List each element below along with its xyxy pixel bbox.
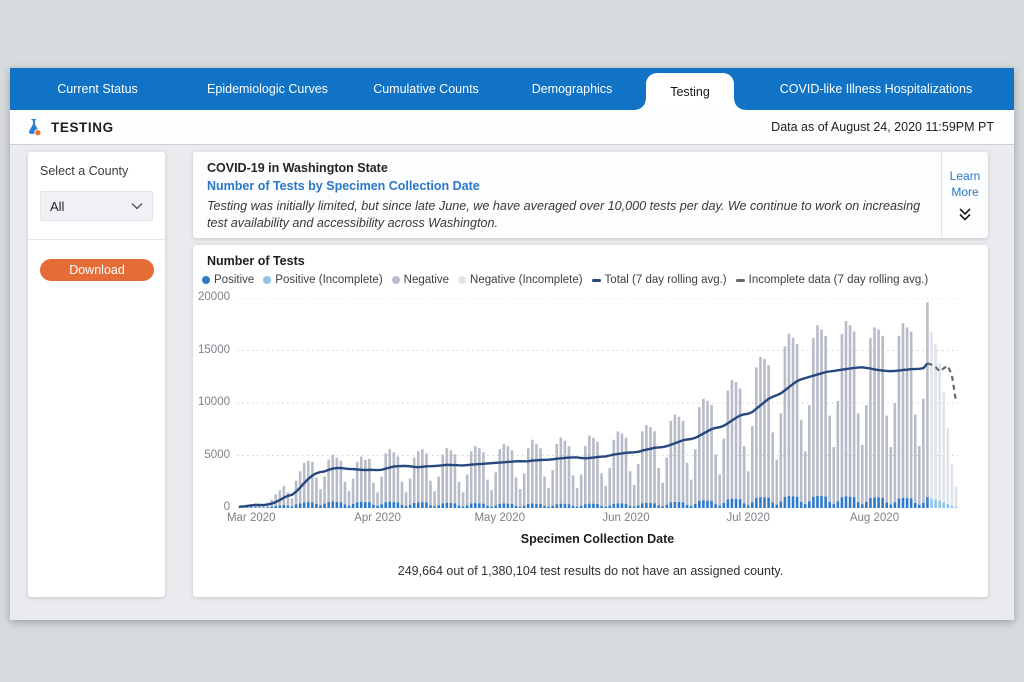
info-title: COVID-19 in Washington State <box>207 161 929 175</box>
legend-swatch-dot <box>458 276 466 284</box>
double-chevron-down-icon[interactable] <box>958 208 972 221</box>
x-axis-label: May 2020 <box>474 512 525 524</box>
chart-title: Number of Tests <box>207 254 305 268</box>
y-axis-label: 5000 <box>193 449 230 461</box>
legend-label: Positive (Incomplete) <box>275 274 382 286</box>
legend-item[interactable]: Total (7 day rolling avg.) <box>592 274 727 286</box>
page-header: TESTING Data as of August 24, 2020 11:59… <box>10 110 1014 145</box>
y-axis-label: 10000 <box>193 396 230 408</box>
tab-demographics[interactable]: Demographics <box>502 68 642 110</box>
tab-label[interactable]: Testing <box>646 73 734 110</box>
page-title: TESTING <box>51 120 114 135</box>
legend-swatch-dash <box>592 279 601 282</box>
tab-covid-like-illness-hospitalizations[interactable]: COVID-like Illness Hospitalizations <box>738 68 1014 110</box>
y-axis-label: 0 <box>193 501 230 513</box>
legend-label: Total (7 day rolling avg.) <box>605 274 727 286</box>
learn-more-link[interactable]: Learn More <box>942 169 988 200</box>
x-axis-label: Jul 2020 <box>726 512 769 524</box>
tab-current-status[interactable]: Current Status <box>10 68 185 110</box>
tab-label[interactable]: Cumulative Counts <box>359 68 493 110</box>
county-dropdown[interactable]: All <box>40 191 153 221</box>
tab-testing[interactable]: Testing <box>642 68 738 110</box>
legend-label: Negative (Incomplete) <box>470 274 583 286</box>
legend-swatch-dot <box>263 276 271 284</box>
chart-card: Number of Tests Positive Positive (Incomp… <box>193 245 988 597</box>
chevron-down-icon <box>131 202 143 210</box>
legend-item[interactable]: Negative <box>392 274 449 286</box>
legend-item[interactable]: Positive (Incomplete) <box>263 274 382 286</box>
county-dropdown-value: All <box>50 199 131 214</box>
x-axis-label: Aug 2020 <box>850 512 899 524</box>
sidebar-divider <box>28 239 165 240</box>
county-filter-label: Select a County <box>40 164 153 178</box>
info-description: Testing was initially limited, but since… <box>207 198 929 231</box>
legend-label: Negative <box>404 274 449 286</box>
learn-more-panel[interactable]: Learn More <box>941 152 988 238</box>
x-axis-label: Mar 2020 <box>227 512 276 524</box>
flask-icon <box>24 117 43 137</box>
x-axis-title: Specimen Collection Date <box>237 532 958 546</box>
legend-label: Incomplete data (7 day rolling avg.) <box>749 274 929 286</box>
info-panel: COVID-19 in Washington State Number of T… <box>193 152 988 238</box>
tests-chart-plot[interactable] <box>237 298 958 508</box>
legend-swatch-dash <box>736 279 745 282</box>
legend-item[interactable]: Positive <box>202 274 254 286</box>
y-axis-label: 20000 <box>193 291 230 303</box>
data-as-of-label: Data as of August 24, 2020 11:59PM PT <box>771 120 994 134</box>
content-area: Select a County All Download COVID-19 in… <box>10 145 1014 620</box>
y-axis-label: 15000 <box>193 344 230 356</box>
download-button[interactable]: Download <box>40 259 154 281</box>
tab-label[interactable]: Demographics <box>518 68 627 110</box>
tab-bar: Current Status Epidemiologic Curves Cumula… <box>10 68 1014 110</box>
tests-chart-canvas[interactable] <box>237 298 958 508</box>
legend-item[interactable]: Negative (Incomplete) <box>458 274 583 286</box>
chart-footnote: 249,664 out of 1,380,104 test results do… <box>193 564 988 578</box>
legend-swatch-dot <box>392 276 400 284</box>
legend-swatch-dot <box>202 276 210 284</box>
tab-label[interactable]: Epidemiologic Curves <box>193 68 342 110</box>
tab-epidemiologic-curves[interactable]: Epidemiologic Curves <box>185 68 350 110</box>
x-axis-label: Jun 2020 <box>602 512 649 524</box>
x-axis-label: Apr 2020 <box>354 512 401 524</box>
filter-sidebar: Select a County All Download <box>28 152 165 597</box>
info-subtitle: Number of Tests by Specimen Collection D… <box>207 179 929 193</box>
tab-cumulative-counts[interactable]: Cumulative Counts <box>350 68 502 110</box>
tab-label[interactable]: COVID-like Illness Hospitalizations <box>766 68 986 110</box>
chart-legend: Positive Positive (Incomplete) Negative Neg… <box>202 274 928 286</box>
legend-item[interactable]: Incomplete data (7 day rolling avg.) <box>736 274 929 286</box>
legend-label: Positive <box>214 274 254 286</box>
tab-label[interactable]: Current Status <box>43 68 152 110</box>
dashboard-window: Current Status Epidemiologic Curves Cumula… <box>10 68 1014 620</box>
